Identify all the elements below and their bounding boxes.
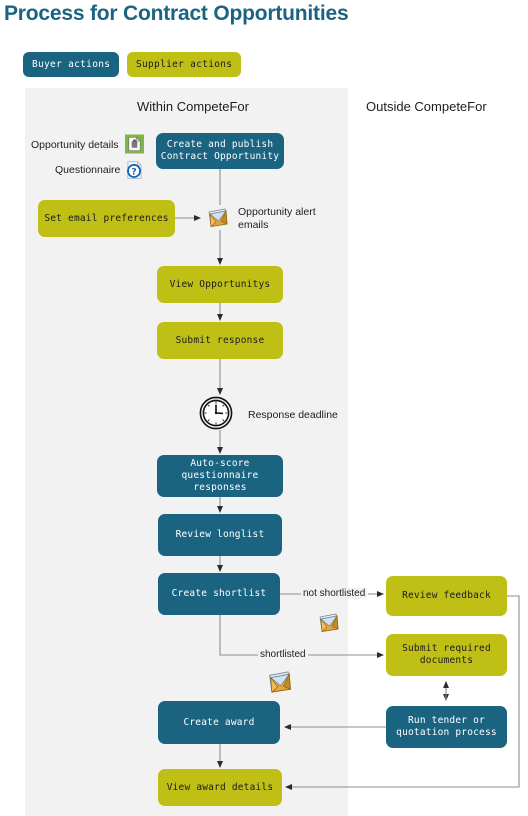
node-review-feedback[interactable]: Review feedback xyxy=(386,576,507,616)
page-title: Process for Contract Opportunities xyxy=(4,2,349,25)
node-run-tender-or-quotation-process[interactable]: Run tender or quotation process xyxy=(386,706,507,748)
node-create-award[interactable]: Create award xyxy=(158,701,280,744)
envelope-icon xyxy=(316,608,342,634)
node-create-and-publish-contract-opportunity[interactable]: Create and publish Contract Opportunity xyxy=(156,133,284,169)
lane-title-within-competefor: Within CompeteFor xyxy=(137,99,249,114)
node-auto-score-questionnaire-responses[interactable]: Auto-score questionnaire responses xyxy=(157,455,283,497)
lane-title-outside-competefor: Outside CompeteFor xyxy=(366,99,487,114)
node-view-award-details[interactable]: View award details xyxy=(158,769,282,806)
label-opportunity-alert-emails: Opportunity alert emails xyxy=(238,206,316,231)
svg-text:?: ? xyxy=(131,167,136,177)
node-create-shortlist[interactable]: Create shortlist xyxy=(158,573,280,615)
legend-chip-supplier-actions[interactable]: Supplier actions xyxy=(127,52,242,77)
edge-label-not-shortlisted: not shortlisted xyxy=(301,588,368,599)
document-green-icon xyxy=(125,134,144,154)
label-questionnaire: Questionnaire xyxy=(55,164,121,176)
envelope-icon xyxy=(265,665,295,695)
node-review-longlist[interactable]: Review longlist xyxy=(158,514,282,556)
node-view-opportunitys[interactable]: View Opportunitys xyxy=(157,266,283,303)
edge-label-shortlisted: shortlisted xyxy=(258,649,308,660)
node-submit-response[interactable]: Submit response xyxy=(157,322,283,359)
node-set-email-preferences[interactable]: Set email preferences xyxy=(38,200,175,237)
clock-icon xyxy=(199,396,233,430)
legend-chip-buyer-actions[interactable]: Buyer actions xyxy=(23,52,120,77)
envelope-icon xyxy=(205,203,231,229)
node-submit-required-documents[interactable]: Submit required documents xyxy=(386,634,507,676)
label-response-deadline: Response deadline xyxy=(248,409,338,421)
question-document-icon: ? xyxy=(125,160,144,180)
label-opportunity-details: Opportunity details xyxy=(31,139,119,151)
